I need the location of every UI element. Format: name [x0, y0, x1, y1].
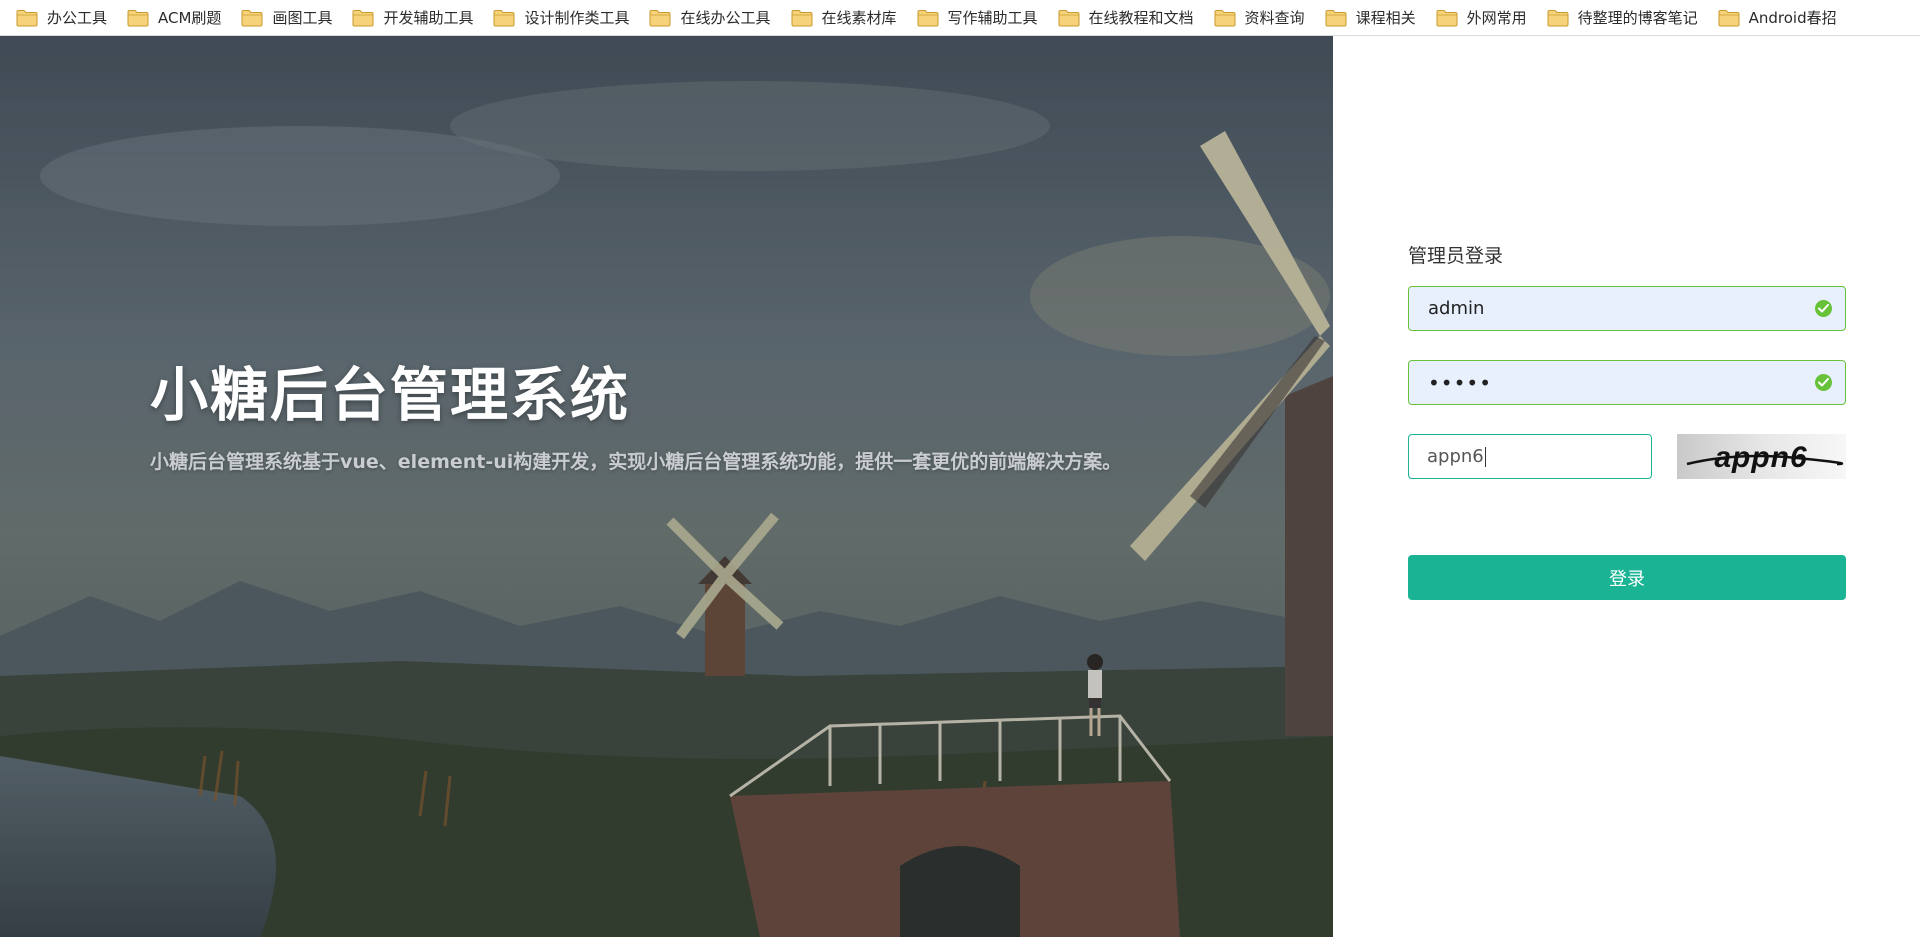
folder-icon [493, 9, 515, 26]
folder-icon [241, 9, 263, 26]
bookmark-tutorials-docs[interactable]: 在线教程和文档 [1058, 5, 1200, 31]
folder-icon [127, 9, 149, 26]
folder-icon [1436, 9, 1458, 26]
bookmark-drawing-tools[interactable]: 画图工具 [241, 5, 338, 31]
captcha-image[interactable]: appn6 [1677, 434, 1846, 479]
windmill-landscape-illustration [0, 36, 1333, 937]
folder-icon [649, 9, 671, 26]
bookmarks-bar: 办公工具 ACM刷题 画图工具 开发辅助工具 设计制作类工具 在线办公工具 在线… [0, 0, 1920, 36]
bookmark-label: Android春招 [1748, 9, 1837, 27]
bookmark-label: 待整理的博客笔记 [1577, 9, 1698, 27]
bookmark-label: 写作辅助工具 [947, 9, 1038, 27]
bookmark-label: 在线素材库 [821, 9, 897, 27]
text-caret [1484, 446, 1486, 467]
page-title: 小糖后台管理系统 [150, 361, 631, 429]
folder-icon [352, 9, 374, 26]
bookmark-android[interactable]: Android春招 [1718, 5, 1843, 31]
login-title: 管理员登录 [1408, 245, 1504, 267]
username-value: admin [1428, 298, 1485, 319]
password-input[interactable]: ••••• [1408, 360, 1846, 405]
bookmark-dev-tools[interactable]: 开发辅助工具 [352, 5, 479, 31]
page-description: 小糖后台管理系统基于vue、element-ui构建开发，实现小糖后台管理系统功… [150, 451, 1122, 473]
folder-icon [16, 9, 38, 26]
folder-icon [1058, 9, 1080, 26]
bookmark-label: 在线办公工具 [680, 9, 771, 27]
bookmark-label: 办公工具 [47, 9, 108, 27]
bookmark-label: 设计制作类工具 [524, 9, 630, 27]
login-panel [1333, 36, 1920, 937]
folder-icon [1325, 9, 1347, 26]
bookmark-blog-notes[interactable]: 待整理的博客笔记 [1547, 5, 1704, 31]
bookmark-courses[interactable]: 课程相关 [1325, 5, 1422, 31]
bookmark-label: 外网常用 [1466, 9, 1527, 27]
folder-icon [1718, 9, 1740, 26]
login-button[interactable]: 登录 [1408, 555, 1846, 600]
folder-icon [917, 9, 939, 26]
bookmark-online-office[interactable]: 在线办公工具 [649, 5, 776, 31]
bookmark-writing-tools[interactable]: 写作辅助工具 [917, 5, 1044, 31]
password-value: ••••• [1428, 370, 1492, 395]
folder-icon [791, 9, 812, 26]
bookmark-asset-library[interactable]: 在线素材库 [791, 5, 903, 31]
bookmark-label: 课程相关 [1355, 9, 1416, 27]
check-circle-icon [1815, 374, 1832, 391]
bookmark-acm[interactable]: ACM刷题 [127, 5, 227, 31]
folder-icon [1214, 9, 1236, 26]
bookmark-office-tools[interactable]: 办公工具 [16, 5, 113, 31]
bookmark-reference-lookup[interactable]: 资料查询 [1214, 5, 1311, 31]
bookmark-label: 开发辅助工具 [383, 9, 474, 27]
bookmark-design-tools[interactable]: 设计制作类工具 [493, 5, 635, 31]
hero-background: 小糖后台管理系统 小糖后台管理系统基于vue、element-ui构建开发，实现… [0, 36, 1333, 937]
captcha-input-value: appn6 [1427, 446, 1484, 467]
bookmark-external-sites[interactable]: 外网常用 [1436, 5, 1533, 31]
bookmark-label: 资料查询 [1244, 9, 1305, 27]
folder-icon [1547, 9, 1569, 26]
bookmark-label: 画图工具 [272, 9, 333, 27]
captcha-input[interactable]: appn6 [1408, 434, 1652, 479]
check-circle-icon [1815, 300, 1832, 317]
bookmark-label: ACM刷题 [158, 9, 222, 27]
bookmark-label: 在线教程和文档 [1088, 9, 1194, 27]
username-input[interactable]: admin [1408, 286, 1846, 331]
